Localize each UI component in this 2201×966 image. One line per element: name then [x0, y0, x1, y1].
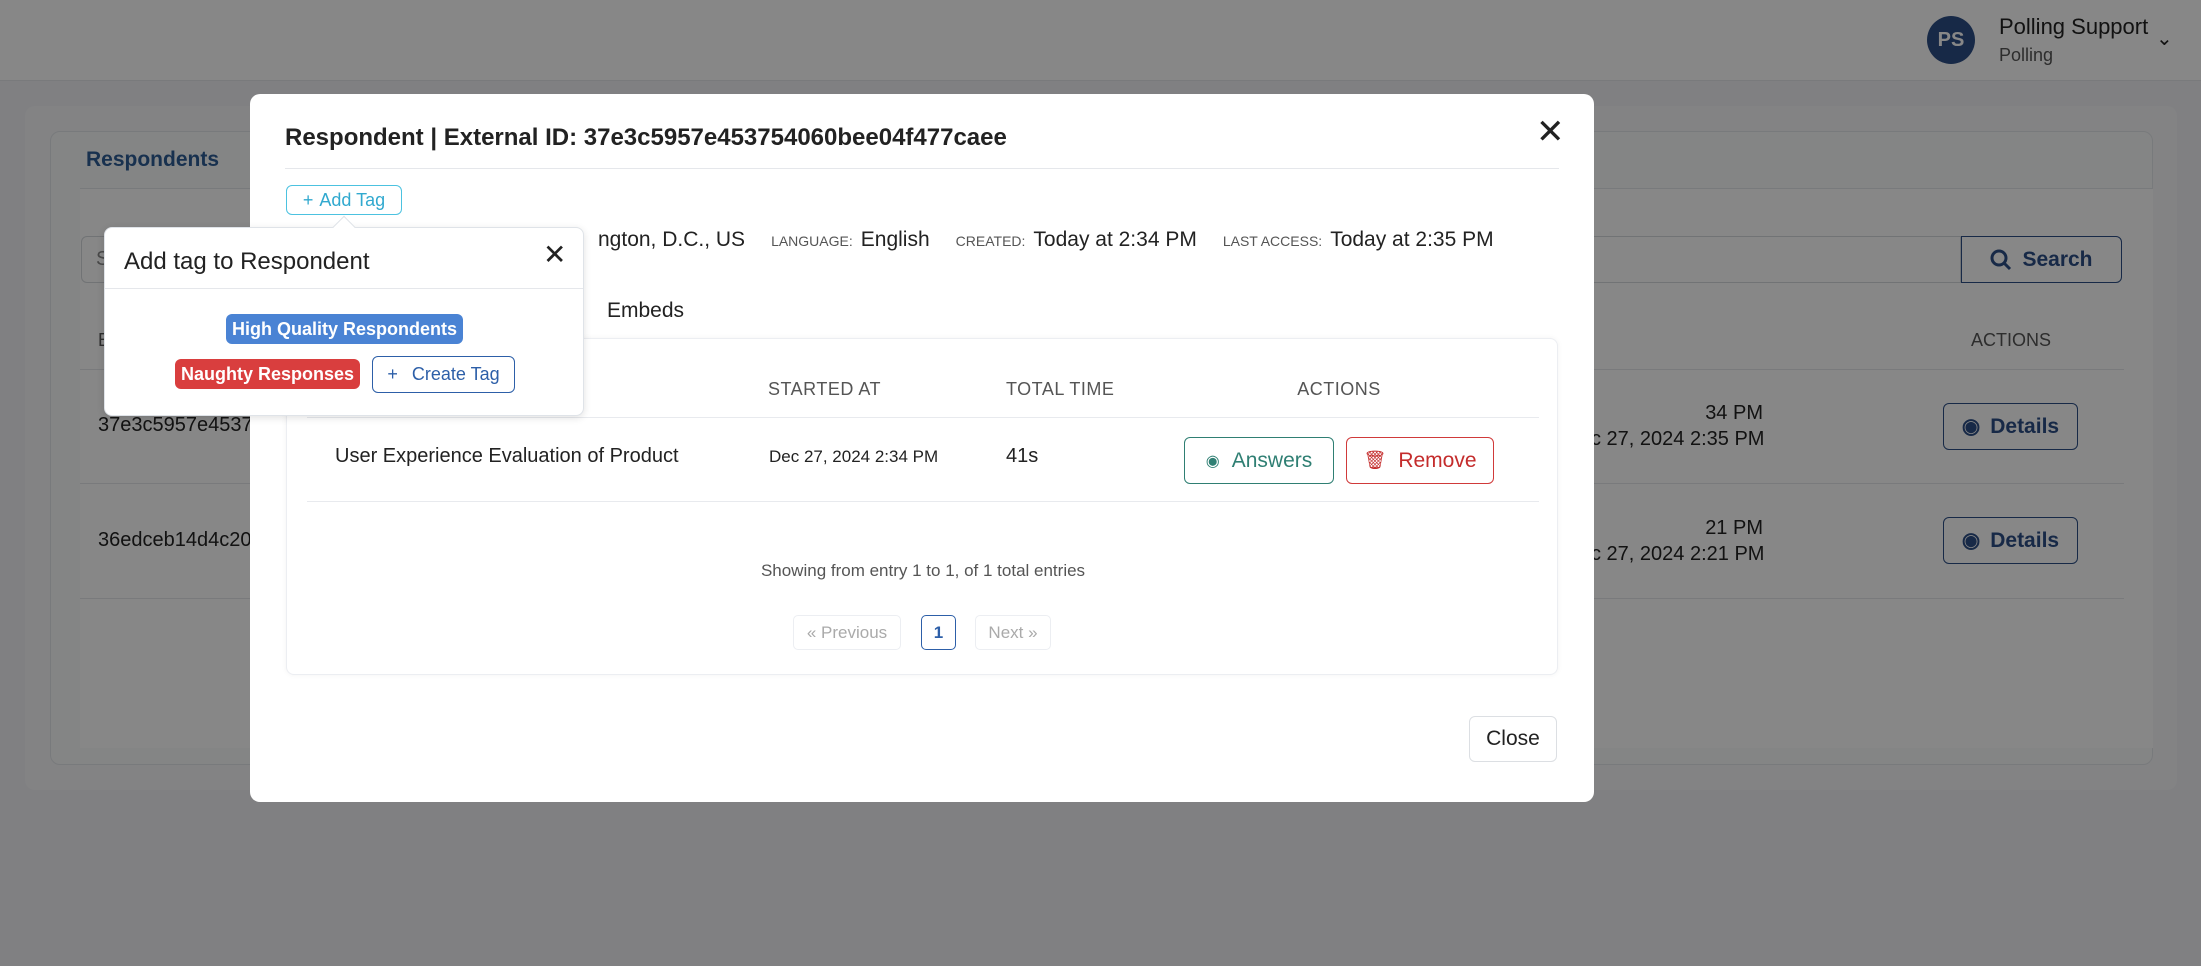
tag-high-quality-respondents[interactable]: High Quality Respondents — [226, 314, 463, 344]
remove-label: Remove — [1398, 448, 1477, 472]
create-tag-button[interactable]: + Create Tag — [372, 356, 515, 393]
next-page-button[interactable]: Next » — [975, 615, 1051, 650]
location-value: ngton, D.C., US — [598, 228, 746, 251]
divider — [307, 417, 1539, 418]
plus-icon: + — [302, 189, 314, 210]
embed-started-at: Dec 27, 2024 2:34 PM — [769, 447, 939, 466]
page-1-button[interactable]: 1 — [921, 615, 956, 650]
tag-naughty-responses[interactable]: Naughty Responses — [175, 359, 360, 389]
header-started-at: STARTED AT — [768, 379, 882, 399]
plus-icon: + — [387, 364, 398, 384]
close-icon[interactable]: ✕ — [1536, 112, 1565, 152]
embed-total-time: 41s — [1006, 445, 1039, 467]
respondent-info: ngton, D.C., US LANGUAGE: English CREATE… — [598, 228, 1494, 258]
divider — [285, 168, 1559, 169]
create-tag-label: Create Tag — [411, 364, 500, 384]
header-actions: ACTIONS — [1297, 379, 1381, 399]
header-total-time: TOTAL TIME — [1006, 379, 1115, 399]
eye-icon: ◉ — [1205, 452, 1220, 470]
last-access-label: LAST ACCESS: — [1222, 233, 1323, 249]
answers-button[interactable]: ◉ Answers — [1184, 437, 1334, 484]
tab-embeds[interactable]: Embeds — [607, 299, 684, 323]
close-icon[interactable]: ✕ — [543, 238, 566, 271]
respondent-modal: Respondent | External ID: 37e3c5957e4537… — [250, 94, 1594, 802]
last-access-value: Today at 2:35 PM — [1330, 228, 1494, 251]
entries-summary: Showing from entry 1 to 1, of 1 total en… — [760, 561, 1086, 580]
add-tag-popover: Add tag to Respondent ✕ High Quality Res… — [104, 215, 584, 416]
previous-page-button[interactable]: « Previous — [793, 615, 901, 650]
close-button[interactable]: Close — [1469, 716, 1557, 762]
popover-title: Add tag to Respondent — [124, 248, 370, 275]
embed-name: User Experience Evaluation of Product — [335, 445, 679, 467]
add-tag-button[interactable]: + Add Tag — [286, 185, 402, 215]
divider — [307, 501, 1539, 502]
add-tag-label: Add Tag — [319, 189, 386, 210]
divider — [105, 288, 583, 289]
remove-button[interactable]: 🗑 Remove — [1346, 437, 1494, 484]
language-label: LANGUAGE: — [771, 233, 853, 249]
created-label: CREATED: — [955, 233, 1026, 249]
answers-label: Answers — [1231, 448, 1313, 472]
created-value: Today at 2:34 PM — [1033, 228, 1197, 251]
trash-icon: 🗑 — [1363, 450, 1387, 470]
modal-title: Respondent | External ID: 37e3c5957e4537… — [285, 124, 1007, 151]
language-value: English — [860, 228, 930, 251]
